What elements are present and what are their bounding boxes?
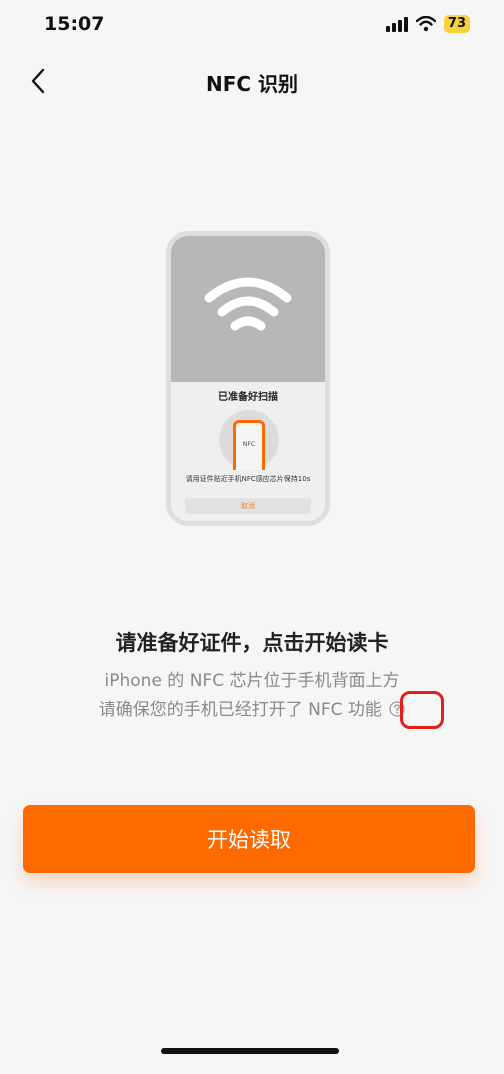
- scan-circle: NFC: [219, 410, 279, 470]
- nfc-recognition-screen: 15:07 73 NFC 识别 已准备好扫描 NFC 请用证件贴近手机NFC感应…: [0, 0, 504, 1074]
- signal-icon: [385, 16, 408, 32]
- scan-instruction: 请用证件贴近手机NFC感应芯片保持10s: [185, 475, 311, 483]
- main-heading: 请准备好证件，点击开始读卡: [115, 631, 389, 655]
- nav-bar: NFC 识别: [0, 56, 504, 106]
- nfc-phone-illustration: 已准备好扫描 NFC 请用证件贴近手机NFC感应芯片保持10s 取消: [166, 231, 330, 526]
- description-line-2-text: 请确保您的手机已经打开了 NFC 功能: [98, 700, 382, 720]
- description-line-1: iPhone 的 NFC 芯片位于手机背面上方: [104, 671, 400, 691]
- nfc-wave-icon: [204, 277, 292, 331]
- help-highlight-ring: [400, 691, 444, 729]
- status-indicators: 73: [385, 15, 470, 33]
- scan-cancel-label: 取消: [185, 498, 311, 514]
- home-indicator: [161, 1048, 339, 1054]
- status-bar: 15:07 73: [0, 0, 504, 50]
- mini-phone-label: NFC: [242, 441, 256, 448]
- phone-screen-top: [171, 236, 325, 382]
- battery-icon: 73: [443, 15, 470, 33]
- page-title: NFC 识别: [205, 72, 299, 96]
- status-time: 15:07: [44, 13, 105, 35]
- scan-sheet: 已准备好扫描 NFC 请用证件贴近手机NFC感应芯片保持10s 取消: [171, 382, 325, 521]
- start-reading-button[interactable]: 开始读取: [23, 805, 475, 873]
- wifi-icon: [415, 15, 437, 32]
- scan-title: 已准备好扫描: [218, 392, 278, 403]
- mini-phone-icon: NFC: [233, 420, 265, 470]
